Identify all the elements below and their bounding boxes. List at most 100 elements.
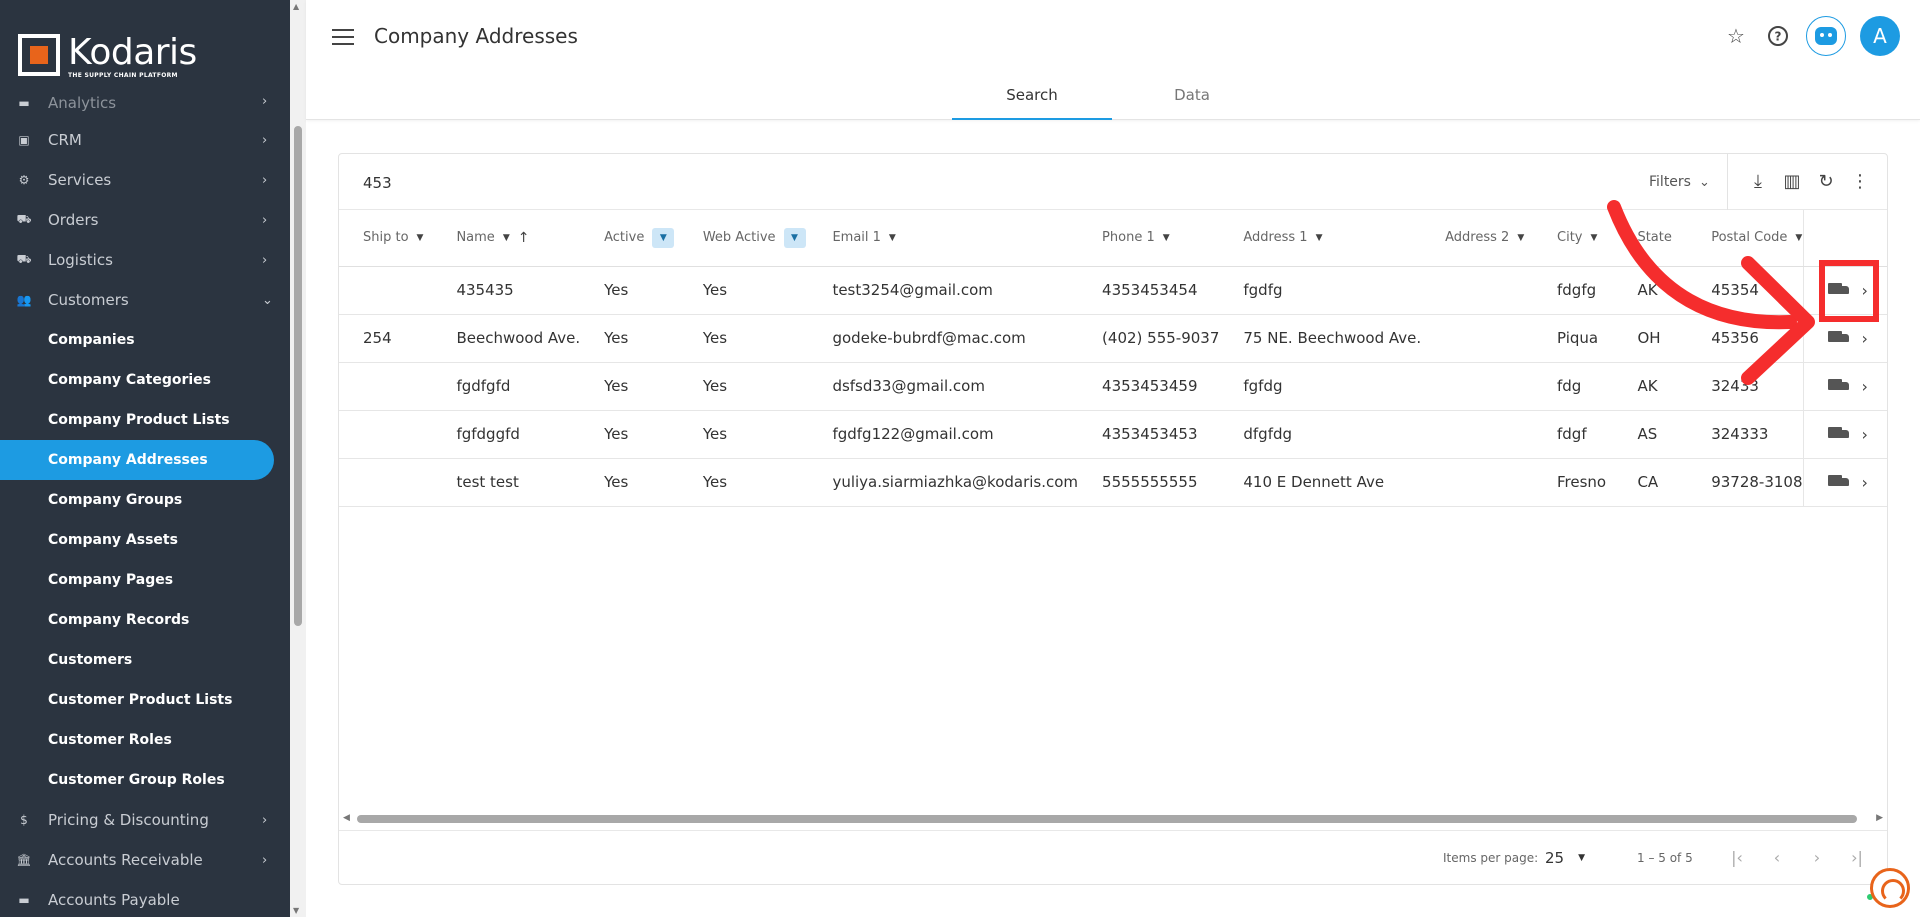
cell-postal-code: 45354 — [1687, 266, 1804, 315]
horizontal-scrollbar-thumb[interactable] — [357, 815, 1857, 823]
sidebar-item-services[interactable]: ⚙ Services › — [0, 160, 290, 200]
row-open-chevron-icon[interactable]: › — [1862, 281, 1868, 300]
row-open-chevron-icon[interactable]: › — [1862, 425, 1868, 444]
shipping-truck-icon[interactable] — [1827, 475, 1850, 489]
shipping-truck-icon[interactable] — [1827, 427, 1850, 441]
sidebar-subitem-customer-product-lists[interactable]: Customer Product Lists — [0, 680, 290, 720]
sidebar-subitem-company-records[interactable]: Company Records — [0, 600, 290, 640]
page-tabs: Search Data — [952, 74, 1272, 120]
filter-caret-icon[interactable]: ▼ — [889, 233, 896, 243]
filter-caret-active-icon[interactable]: ▼ — [652, 227, 675, 248]
table-row[interactable]: fgdfgfd Yes Yes dsfsd33@gmail.com 435345… — [339, 362, 1887, 411]
shipping-truck-icon[interactable] — [1827, 331, 1850, 345]
scroll-up-arrow-icon[interactable]: ▲ — [293, 2, 299, 11]
shipping-truck-icon[interactable] — [1827, 379, 1850, 393]
cell-actions: › — [1802, 266, 1887, 315]
cell-state: OH — [1613, 314, 1688, 363]
column-header-active[interactable]: Active ▼ — [580, 210, 679, 267]
row-open-chevron-icon[interactable]: › — [1862, 329, 1868, 348]
filter-caret-icon[interactable]: ▼ — [1316, 233, 1323, 243]
cell-ship-to — [339, 362, 433, 411]
column-header-email-1[interactable]: Email 1 ▼ — [808, 210, 1079, 267]
sidebar-subitem-customer-roles[interactable]: Customer Roles — [0, 720, 290, 760]
scroll-right-arrow-icon[interactable]: ▶ — [1876, 813, 1883, 823]
column-header-phone-1[interactable]: Phone 1 ▼ — [1078, 210, 1220, 267]
sidebar-subitem-company-addresses[interactable]: Company Addresses — [0, 440, 274, 480]
column-header-actions — [1802, 210, 1887, 267]
sidebar-subitem-customer-group-roles[interactable]: Customer Group Roles — [0, 760, 290, 800]
filter-caret-icon[interactable]: ▼ — [417, 233, 424, 243]
sidebar-subitem-company-assets[interactable]: Company Assets — [0, 520, 290, 560]
crm-icon: ▣ — [18, 133, 30, 147]
tab-search[interactable]: Search — [952, 74, 1112, 120]
sort-ascending-icon[interactable]: ↑ — [518, 230, 530, 246]
next-page-icon[interactable]: › — [1805, 845, 1829, 869]
previous-page-icon[interactable]: ‹ — [1765, 845, 1789, 869]
table-horizontal-scrollbar[interactable]: ◀ ▶ — [343, 812, 1883, 826]
support-chat-icon[interactable] — [1870, 868, 1910, 908]
row-open-chevron-icon[interactable]: › — [1862, 473, 1868, 492]
shipping-truck-icon[interactable] — [1827, 283, 1850, 297]
column-header-name[interactable]: Name ▼ ↑ — [432, 210, 581, 267]
cell-ship-to — [339, 458, 433, 507]
sidebar-item-accounts-payable[interactable]: ▬ Accounts Payable — [0, 880, 290, 917]
filter-caret-icon[interactable]: ▼ — [503, 233, 510, 243]
sidebar-item-accounts-receivable[interactable]: 🏛 Accounts Receivable › — [0, 840, 290, 880]
tab-data[interactable]: Data — [1112, 74, 1272, 120]
cell-name: fgdfgfd — [432, 362, 581, 411]
sidebar-subitem-company-categories[interactable]: Company Categories — [0, 360, 290, 400]
first-page-icon[interactable]: |‹ — [1725, 845, 1749, 869]
sidebar-item-logistics[interactable]: ⛟ Logistics › — [0, 240, 290, 280]
ai-assistant-button[interactable] — [1806, 16, 1846, 56]
sidebar-subitem-companies[interactable]: Companies — [0, 320, 290, 360]
table-row[interactable]: 254 Beechwood Ave. Yes Yes godeke-bubrdf… — [339, 314, 1887, 363]
table-row[interactable]: test test Yes Yes yuliya.siarmiazhka@kod… — [339, 458, 1887, 507]
sidebar-item-orders[interactable]: ⛟ Orders › — [0, 200, 290, 240]
sidebar-item-pricing-discounting[interactable]: $ Pricing & Discounting › — [0, 800, 290, 840]
row-open-chevron-icon[interactable]: › — [1862, 377, 1868, 396]
scroll-left-arrow-icon[interactable]: ◀ — [343, 813, 350, 823]
sidebar-scrollbar-thumb[interactable] — [294, 126, 302, 626]
download-icon[interactable]: ⤓ — [1747, 170, 1769, 192]
filter-caret-icon[interactable]: ▼ — [1795, 233, 1802, 243]
sidebar-subitem-customers[interactable]: Customers — [0, 640, 290, 680]
sidebar-item-customers[interactable]: 👥 Customers ⌄ — [0, 280, 290, 320]
scroll-down-arrow-icon[interactable]: ▼ — [293, 906, 299, 915]
column-header-web-active[interactable]: Web Active ▼ — [678, 210, 809, 267]
sidebar-scrollbar[interactable]: ▲ ▼ — [290, 0, 306, 917]
sidebar-item-crm[interactable]: ▣ CRM › — [0, 120, 290, 160]
filter-caret-icon[interactable]: ▼ — [1163, 233, 1170, 243]
menu-toggle-button[interactable] — [332, 24, 354, 50]
sidebar-subitem-company-groups[interactable]: Company Groups — [0, 480, 290, 520]
filter-caret-active-icon[interactable]: ▼ — [783, 227, 806, 248]
favorite-star-icon[interactable]: ☆ — [1722, 22, 1750, 50]
kodaris-logo[interactable]: Kodaris THE SUPPLY CHAIN PLATFORM — [18, 34, 197, 82]
columns-icon[interactable]: ▥ — [1781, 170, 1803, 192]
table-row[interactable]: fgfdggfd Yes Yes fgdfg122@gmail.com 4353… — [339, 410, 1887, 459]
column-header-state[interactable]: State — [1613, 210, 1688, 267]
user-avatar[interactable]: A — [1860, 16, 1900, 56]
column-header-postal-code[interactable]: Postal Code ▼ — [1687, 210, 1804, 267]
column-header-city[interactable]: City ▼ — [1533, 210, 1614, 267]
filters-button[interactable]: Filters ⌄ — [1649, 174, 1710, 190]
sidebar-item-analytics[interactable]: ▬ Analytics › — [0, 94, 290, 120]
logistics-icon: ⛟ — [16, 252, 32, 266]
items-per-page-select[interactable]: 25 ▼ — [1545, 849, 1585, 867]
sidebar-subitem-company-pages[interactable]: Company Pages — [0, 560, 290, 600]
filter-caret-icon[interactable]: ▼ — [1517, 233, 1524, 243]
column-header-address-2[interactable]: Address 2 ▼ — [1421, 210, 1533, 267]
sidebar-subitem-company-product-lists[interactable]: Company Product Lists — [0, 400, 290, 440]
cell-web-active: Yes — [678, 410, 809, 459]
cell-active: Yes — [580, 362, 679, 411]
filter-caret-icon[interactable]: ▼ — [1590, 233, 1597, 243]
more-vert-icon[interactable]: ⋮ — [1849, 170, 1871, 192]
column-header-address-1[interactable]: Address 1 ▼ — [1219, 210, 1422, 267]
refresh-icon[interactable]: ↻ — [1815, 170, 1837, 192]
help-icon[interactable]: ? — [1764, 22, 1792, 50]
table-row[interactable]: 435435 Yes Yes test3254@gmail.com 435345… — [339, 266, 1887, 315]
cell-address-2 — [1421, 410, 1533, 459]
cell-actions: › — [1802, 314, 1887, 363]
column-header-ship-to[interactable]: Ship to ▼ — [339, 210, 433, 267]
cell-actions: › — [1802, 410, 1887, 459]
last-page-icon[interactable]: ›| — [1845, 845, 1869, 869]
